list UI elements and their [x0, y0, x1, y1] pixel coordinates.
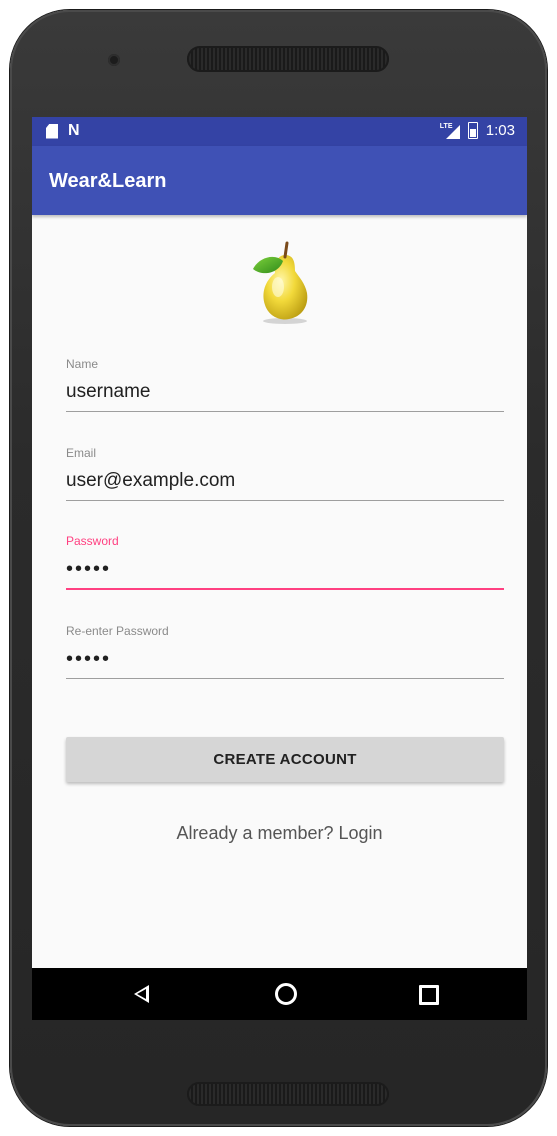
password-input[interactable]: •••••: [66, 558, 504, 582]
name-underline: [66, 411, 504, 412]
name-label: Name: [66, 357, 99, 371]
name-input[interactable]: username: [66, 381, 504, 405]
app-title: Wear&Learn: [49, 170, 167, 192]
email-underline: [66, 500, 504, 501]
status-bar: N LTE 1:03: [32, 117, 527, 146]
home-icon[interactable]: [275, 983, 297, 1005]
battery-icon: [467, 122, 478, 139]
notification-n-icon: N: [68, 122, 80, 139]
recent-apps-icon[interactable]: [419, 985, 439, 1005]
login-link[interactable]: Already a member? Login: [32, 823, 527, 844]
password-label: Password: [66, 534, 119, 548]
name-field[interactable]: Name username: [66, 357, 504, 412]
email-field[interactable]: Email user@example.com: [66, 446, 504, 501]
pear-logo-icon: [253, 241, 308, 324]
status-time: 1:03: [485, 122, 515, 139]
camera-icon: [108, 54, 120, 66]
app-bar: Wear&Learn: [32, 146, 527, 215]
speaker-grille-top: [187, 46, 389, 72]
reenter-password-field[interactable]: Re-enter Password •••••: [66, 624, 504, 679]
phone-frame: N LTE 1:03 Wear&Learn Name username Emai…: [10, 10, 547, 1126]
reenter-password-underline: [66, 678, 504, 679]
navigation-bar: [32, 968, 527, 1020]
reenter-password-input[interactable]: •••••: [66, 648, 504, 672]
email-input[interactable]: user@example.com: [66, 470, 504, 494]
sd-card-icon: [46, 123, 58, 139]
create-account-button[interactable]: CREATE ACCOUNT: [66, 737, 504, 782]
signal-icon: LTE: [440, 123, 460, 139]
email-label: Email: [66, 446, 97, 460]
speaker-grille-bottom: [187, 1082, 389, 1106]
password-field[interactable]: Password •••••: [66, 534, 504, 590]
reenter-password-label: Re-enter Password: [66, 624, 169, 638]
back-icon[interactable]: [134, 985, 149, 1003]
password-underline: [66, 588, 504, 590]
screen: N LTE 1:03 Wear&Learn Name username Emai…: [32, 117, 527, 1020]
